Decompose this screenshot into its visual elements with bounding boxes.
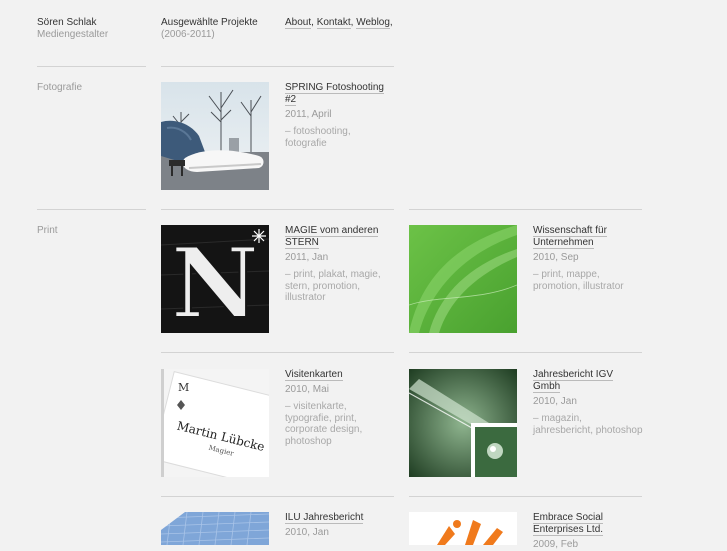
project-title: Jahresbericht IGV Gmbh <box>533 369 643 393</box>
site-owner-name: Sören Schlak <box>37 17 97 28</box>
section-divider <box>161 66 394 67</box>
section-divider <box>409 209 642 210</box>
project-date: 2009, Feb <box>533 539 579 550</box>
wissenschaft-folder-image <box>409 225 517 333</box>
nav-separator: , <box>389 17 393 28</box>
site-owner-role: Mediengestalter <box>37 29 109 40</box>
section-label-print: Print <box>37 225 58 236</box>
project-title-link[interactable]: ILU Jahresbericht <box>285 512 364 524</box>
spring-photo-image <box>161 82 269 190</box>
business-card-image: M Martin Lübcke Magier <box>161 369 269 477</box>
project-title-link[interactable]: MAGIE vom anderen STERN <box>285 225 379 249</box>
project-title: Wissenschaft für Unternehmen <box>533 225 643 249</box>
project-tags: – fotoshooting, fotografie <box>285 126 351 149</box>
project-date: 2010, Sep <box>533 252 579 263</box>
project-title: Embrace Social Enterprises Ltd. <box>533 512 643 536</box>
card-initial: M <box>178 381 189 394</box>
project-title-link[interactable]: Wissenschaft für Unternehmen <box>533 225 607 249</box>
project-date: 2011, Jan <box>285 252 329 263</box>
project-info: Embrace Social Enterprises Ltd. 2009, Fe… <box>533 512 643 551</box>
row-divider <box>409 352 642 353</box>
nav-separator: , <box>311 17 314 28</box>
row-divider <box>161 496 394 497</box>
project-title-link[interactable]: SPRING Fotoshooting #2 <box>285 82 384 106</box>
project-date: 2011, April <box>285 109 332 120</box>
thumb-letter: N <box>171 227 259 333</box>
main-nav: About, Kontakt, Weblog, <box>285 17 393 29</box>
project-info: Jahresbericht IGV Gmbh 2010, Jan – magaz… <box>533 369 643 436</box>
project-tags: – print, mappe, promotion, illustrator <box>533 269 624 292</box>
nav-kontakt-link[interactable]: Kontakt <box>316 17 351 29</box>
project-thumbnail-igv[interactable] <box>409 369 517 477</box>
project-title: SPRING Fotoshooting #2 <box>285 82 395 106</box>
nav-weblog-link[interactable]: Weblog <box>356 17 390 29</box>
project-thumbnail-wissenschaft[interactable] <box>409 225 517 333</box>
row-divider <box>161 352 394 353</box>
section-divider <box>37 209 146 210</box>
row-divider <box>409 496 642 497</box>
project-thumbnail-spring[interactable] <box>161 82 269 190</box>
project-title: MAGIE vom anderen STERN <box>285 225 395 249</box>
project-info: ILU Jahresbericht 2010, Jan <box>285 512 395 539</box>
project-title-link[interactable]: Jahresbericht IGV Gmbh <box>533 369 614 393</box>
project-title-link[interactable]: Embrace Social Enterprises Ltd. <box>533 512 604 536</box>
project-info: Wissenschaft für Unternehmen 2010, Sep –… <box>533 225 643 292</box>
section-divider <box>37 66 146 67</box>
project-title-link[interactable]: Visitenkarten <box>285 369 343 381</box>
project-thumbnail-visitenkarten[interactable]: M Martin Lübcke Magier <box>161 369 269 477</box>
nav-separator: , <box>350 17 354 28</box>
project-tags: – visitenkarte, typografie, print, corpo… <box>285 401 363 447</box>
project-thumbnail-ilu[interactable] <box>161 512 269 545</box>
projects-range: (2006-2011) <box>161 29 215 40</box>
project-tags: – magazin, jahresbericht, photoshop <box>533 413 643 436</box>
project-title: Visitenkarten <box>285 369 395 381</box>
project-info: SPRING Fotoshooting #2 2011, April – fot… <box>285 82 395 149</box>
project-thumbnail-embrace[interactable] <box>409 512 517 545</box>
project-title: ILU Jahresbericht <box>285 512 395 524</box>
section-label-fotografie: Fotografie <box>37 82 83 93</box>
project-date: 2010, Jan <box>533 396 577 407</box>
project-info: Visitenkarten 2010, Mai – visitenkarte, … <box>285 369 395 447</box>
magie-poster-image: N <box>161 225 269 333</box>
embrace-logo-image <box>409 512 517 545</box>
project-date: 2010, Mai <box>285 384 329 395</box>
nav-about-link[interactable]: About <box>285 17 312 29</box>
project-date: 2010, Jan <box>285 527 329 538</box>
projects-heading: Ausgewählte Projekte <box>161 17 258 28</box>
section-divider <box>161 209 394 210</box>
project-tags: – print, plakat, magie, stern, promotion… <box>285 269 381 303</box>
project-thumbnail-magie[interactable]: N <box>161 225 269 333</box>
igv-report-image <box>409 369 517 477</box>
ilu-report-image <box>161 512 269 545</box>
project-info: MAGIE vom anderen STERN 2011, Jan – prin… <box>285 225 395 304</box>
